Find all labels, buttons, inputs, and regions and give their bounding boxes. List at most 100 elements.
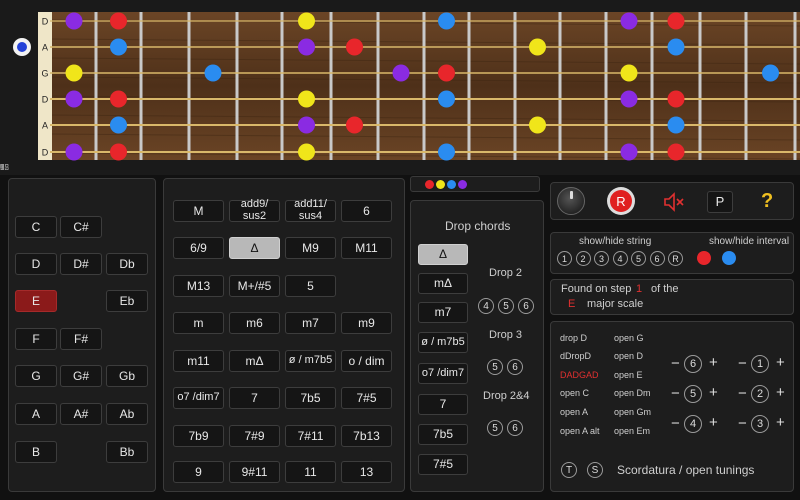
p-button[interactable]: P: [707, 191, 733, 213]
note-marker-purple[interactable]: [620, 12, 638, 30]
string-down-button[interactable]: −: [671, 415, 680, 432]
note-marker-blue[interactable]: [110, 38, 127, 56]
mute-icon[interactable]: [662, 191, 686, 213]
note-marker-purple[interactable]: [65, 143, 83, 161]
capo-selector[interactable]: [13, 38, 31, 56]
drop3-inversion-6[interactable]: 6: [507, 359, 523, 375]
string-up-button[interactable]: +: [776, 414, 785, 431]
note-button-Asharp[interactable]: A#: [60, 403, 102, 425]
note-marker-red[interactable]: [110, 143, 127, 161]
drop-chord-button[interactable]: ø / m7b5: [418, 332, 468, 353]
note-button-Fsharp[interactable]: F#: [60, 328, 102, 350]
string-toggle-6[interactable]: 6: [649, 251, 665, 266]
note-button-G[interactable]: G: [15, 365, 57, 387]
chord-button[interactable]: m7: [285, 312, 336, 334]
note-marker-yellow[interactable]: [65, 64, 83, 82]
chord-button[interactable]: M11: [341, 237, 392, 259]
interval-blue-toggle[interactable]: [722, 251, 736, 265]
note-button-Ab[interactable]: Ab: [106, 403, 148, 425]
note-marker-blue[interactable]: [667, 38, 685, 56]
tuning-option-open-e[interactable]: open E: [614, 370, 643, 380]
string-up-button[interactable]: +: [776, 384, 785, 401]
chord-button[interactable]: 9#11: [229, 461, 280, 483]
drop-chord-button[interactable]: 7#5: [418, 454, 468, 475]
note-marker-blue[interactable]: [438, 12, 455, 30]
drop24-inversion-6[interactable]: 6: [507, 420, 523, 436]
note-marker-blue[interactable]: [762, 64, 779, 82]
string-down-button[interactable]: −: [738, 415, 747, 432]
chord-button[interactable]: m11: [173, 350, 224, 372]
tuning-option-open-c[interactable]: open C: [560, 388, 589, 398]
tuning-option-open-a-alt[interactable]: open A alt: [560, 426, 600, 436]
chord-button[interactable]: add9/ sus2: [229, 199, 280, 222]
note-marker-purple[interactable]: [298, 116, 315, 134]
string-up-button[interactable]: +: [709, 384, 718, 401]
note-marker-blue[interactable]: [667, 116, 685, 134]
chord-button[interactable]: 7b9: [173, 425, 224, 447]
chord-button[interactable]: 7b13: [341, 425, 392, 447]
note-marker-purple[interactable]: [298, 38, 315, 56]
tuning-option-open-em[interactable]: open Em: [614, 426, 650, 436]
tuning-option-open-dm[interactable]: open Dm: [614, 388, 651, 398]
chord-button[interactable]: m: [173, 312, 224, 334]
drop24-inversion-5[interactable]: 5: [487, 420, 503, 436]
string-toggle-3[interactable]: 3: [594, 251, 609, 266]
string-up-button[interactable]: +: [709, 354, 718, 371]
string-down-button[interactable]: −: [671, 385, 680, 402]
drop-chord-button[interactable]: m7: [418, 302, 468, 323]
note-marker-yellow[interactable]: [298, 12, 315, 30]
chord-button[interactable]: 7#11: [285, 425, 336, 447]
drop-chord-button[interactable]: 7: [418, 394, 468, 415]
record-button[interactable]: R: [607, 187, 635, 215]
note-marker-red[interactable]: [438, 64, 455, 82]
note-button-Bb[interactable]: Bb: [106, 441, 148, 463]
note-marker-red[interactable]: [667, 143, 685, 161]
chord-button[interactable]: 6: [341, 200, 392, 222]
note-button-Dsharp[interactable]: D#: [60, 253, 102, 275]
note-button-B[interactable]: B: [15, 441, 57, 463]
chord-button[interactable]: M: [173, 200, 224, 222]
note-marker-yellow[interactable]: [529, 38, 546, 56]
string-toggle-4[interactable]: 4: [612, 251, 628, 266]
note-marker-purple[interactable]: [65, 12, 83, 30]
note-marker-blue[interactable]: [110, 116, 127, 134]
chord-button[interactable]: ø / m7b5: [285, 350, 336, 372]
chord-button[interactable]: m9: [341, 312, 392, 334]
tuning-option-open-d[interactable]: open D: [614, 351, 643, 361]
note-button-Gsharp[interactable]: G#: [60, 365, 102, 387]
drop-chord-button[interactable]: Δ: [418, 244, 468, 265]
note-marker-purple[interactable]: [620, 143, 638, 161]
tuning-option-drop-d[interactable]: drop D: [560, 333, 587, 343]
note-marker-blue[interactable]: [204, 64, 222, 82]
string-toggle-R[interactable]: R: [668, 251, 683, 266]
chord-button[interactable]: o7 /dim7: [173, 387, 224, 409]
drop2-inversion-6[interactable]: 6: [518, 298, 534, 314]
string-toggle-5[interactable]: 5: [631, 251, 646, 266]
interval-red-toggle[interactable]: [697, 251, 711, 265]
s-button[interactable]: S: [587, 462, 603, 478]
chord-button[interactable]: 7#5: [341, 387, 392, 409]
note-marker-red[interactable]: [110, 90, 127, 108]
note-marker-yellow[interactable]: [620, 64, 638, 82]
note-marker-yellow[interactable]: [298, 90, 315, 108]
tuning-option-open-a[interactable]: open A: [560, 407, 588, 417]
string-toggle-2[interactable]: 2: [575, 251, 591, 266]
chord-button[interactable]: 13: [341, 461, 392, 483]
note-button-Eb[interactable]: Eb: [106, 290, 148, 312]
note-marker-yellow[interactable]: [298, 143, 315, 161]
note-button-D[interactable]: D: [15, 253, 57, 275]
chord-button[interactable]: 11: [285, 461, 336, 483]
note-marker-purple[interactable]: [65, 90, 83, 108]
drop-chord-button[interactable]: mΔ: [418, 273, 468, 294]
tuning-option-open-gm[interactable]: open Gm: [614, 407, 651, 417]
note-button-A[interactable]: A: [15, 403, 57, 425]
note-marker-blue[interactable]: [438, 143, 455, 161]
string-down-button[interactable]: −: [738, 355, 747, 372]
note-button-C[interactable]: C: [15, 216, 57, 238]
note-marker-red[interactable]: [346, 38, 363, 56]
chord-button[interactable]: mΔ: [229, 350, 280, 372]
tuning-option-dadgad[interactable]: DADGAD: [560, 370, 599, 380]
chord-button[interactable]: 7b5: [285, 387, 336, 409]
chord-button[interactable]: Δ: [229, 237, 280, 259]
fretboard[interactable]: D A G D A D 3 5 7 9 12 15: [0, 0, 800, 175]
